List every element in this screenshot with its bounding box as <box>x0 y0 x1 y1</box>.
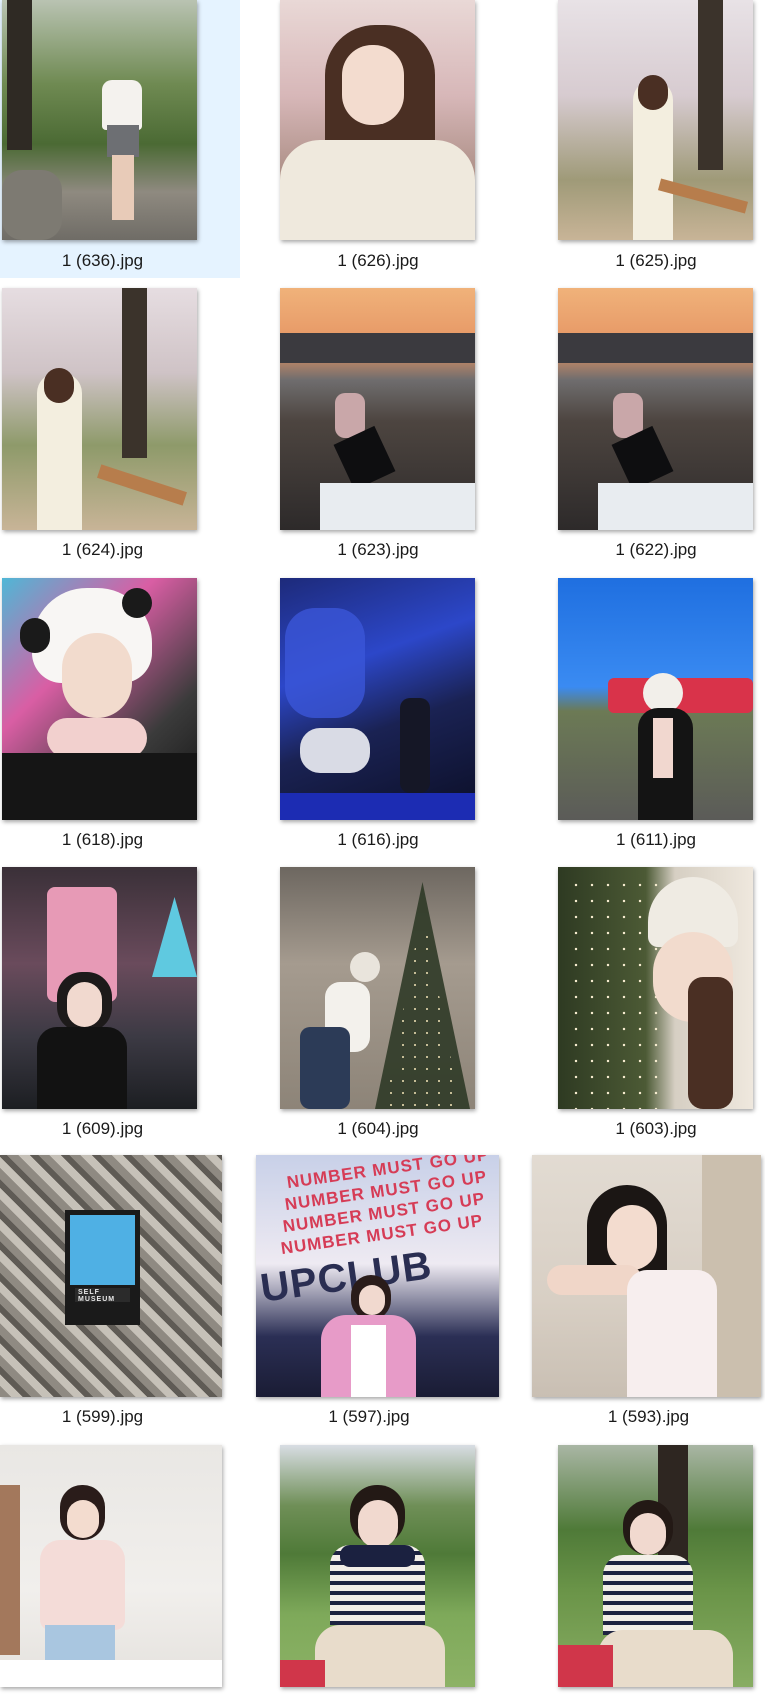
photo-thumbnail[interactable] <box>558 578 753 820</box>
photo-thumbnail[interactable] <box>0 1445 222 1687</box>
file-name: 1 (603).jpg <box>615 1119 697 1138</box>
photo-thumbnail[interactable] <box>2 0 197 240</box>
file-tile[interactable]: NUMBER MUST GO UP NUMBER MUST GO UP NUMB… <box>254 1155 499 1433</box>
file-tile[interactable]: 1 (593).jpg <box>532 1155 765 1433</box>
photo-thumbnail[interactable] <box>558 1445 753 1687</box>
file-name: 1 (626).jpg <box>337 251 419 270</box>
file-name: 1 (624).jpg <box>61 540 144 559</box>
file-tile[interactable]: 1 (618).jpg <box>0 578 205 856</box>
photo-thumbnail[interactable] <box>280 578 475 820</box>
file-name: 1 (618).jpg <box>61 830 144 849</box>
photo-thumbnail[interactable]: NUMBER MUST GO UP NUMBER MUST GO UP NUMB… <box>256 1155 499 1397</box>
file-tile[interactable]: 1 (624).jpg <box>0 288 205 566</box>
photo-thumbnail[interactable] <box>2 867 197 1109</box>
file-tile[interactable]: SELF MUSEUM 1 (599).jpg <box>0 1155 230 1433</box>
file-tile[interactable]: 1 (604).jpg <box>278 867 478 1145</box>
file-name: 1 (636).jpg <box>61 251 144 270</box>
photo-thumbnail[interactable] <box>280 1445 475 1687</box>
file-name: 1 (616).jpg <box>337 830 419 849</box>
file-name: 1 (622).jpg <box>615 540 697 559</box>
file-name: 1 (597).jpg <box>328 1407 410 1426</box>
photo-thumbnail[interactable] <box>532 1155 761 1397</box>
photo-thumbnail[interactable] <box>558 867 753 1109</box>
photo-thumbnail[interactable] <box>2 288 197 530</box>
file-tile[interactable]: 1 (625).jpg <box>556 0 756 278</box>
photo-thumbnail[interactable] <box>280 867 475 1109</box>
file-tile[interactable]: 1 (626).jpg <box>278 0 478 278</box>
photo-thumbnail[interactable]: SELF MUSEUM <box>0 1155 222 1397</box>
file-name: 1 (625).jpg <box>615 251 697 270</box>
file-tile[interactable]: 1 (623).jpg <box>278 288 478 566</box>
file-name: 1 (611).jpg <box>615 830 696 849</box>
photo-thumbnail[interactable] <box>280 0 475 240</box>
file-tile[interactable]: 1 (611).jpg <box>556 578 756 856</box>
file-name: 1 (604).jpg <box>337 1119 419 1138</box>
file-tile[interactable] <box>556 1445 756 1702</box>
photo-thumbnail[interactable] <box>280 288 475 530</box>
file-grid: 1 (636).jpg 1 (626).jpg 1 (625).jpg 1 (6… <box>0 0 765 1702</box>
file-tile[interactable] <box>278 1445 478 1702</box>
file-tile[interactable] <box>0 1445 230 1702</box>
file-tile[interactable]: 1 (603).jpg <box>556 867 756 1145</box>
photo-thumbnail[interactable] <box>2 578 197 820</box>
photo-thumbnail[interactable] <box>558 0 753 240</box>
file-name: 1 (609).jpg <box>61 1119 144 1138</box>
file-name: 1 (599).jpg <box>61 1407 144 1426</box>
file-tile[interactable]: 1 (609).jpg <box>0 867 205 1145</box>
file-tile[interactable]: 1 (616).jpg <box>278 578 478 856</box>
file-name: 1 (623).jpg <box>337 540 419 559</box>
file-tile[interactable]: 1 (622).jpg <box>556 288 756 566</box>
file-tile[interactable]: 1 (636).jpg <box>0 0 240 278</box>
photo-thumbnail[interactable] <box>558 288 753 530</box>
screen-label: SELF MUSEUM <box>78 1289 116 1303</box>
file-name: 1 (593).jpg <box>607 1407 690 1426</box>
